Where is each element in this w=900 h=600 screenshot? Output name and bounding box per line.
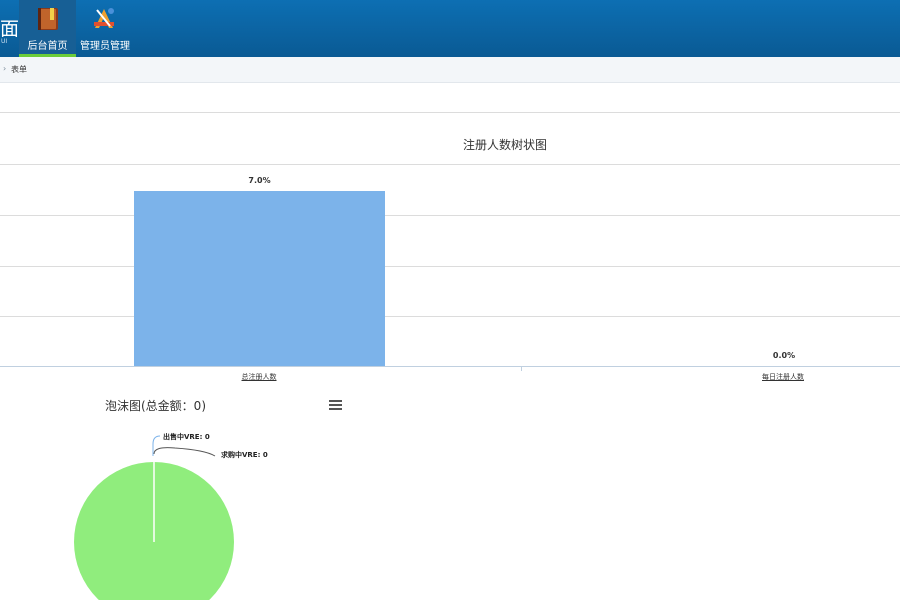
gridline	[0, 112, 900, 113]
category-label-total-registrations: 总注册人数	[241, 373, 277, 381]
data-label-daily-registrations: 0.0%	[772, 351, 796, 360]
data-label-total-registrations: 7.0%	[248, 176, 271, 185]
bar-chart-title: 注册人数树状图	[462, 138, 547, 152]
nav-item-label: 后台首页	[27, 41, 68, 52]
category-label-daily-registrations: 每日注册人数	[762, 373, 804, 381]
pie-chart-title: 泡沫图(总金额：0)	[105, 399, 206, 413]
breadcrumb: › 表单	[0, 57, 900, 83]
breadcrumb-current[interactable]: 表单	[11, 64, 27, 75]
brand-title: 面	[0, 18, 20, 40]
nav-item-admin-management[interactable]: 管理员管理	[78, 0, 132, 57]
admin-tools-icon	[94, 8, 114, 28]
connector-line	[153, 447, 216, 457]
chart-menu-icon[interactable]	[329, 400, 342, 411]
x-axis-tick	[521, 366, 522, 371]
gridline	[0, 164, 900, 165]
pie-label-buying: 求购中VRE: 0	[221, 451, 268, 459]
book-icon	[38, 8, 58, 30]
pie-label-selling: 出售中VRE: 0	[163, 433, 210, 441]
chevron-right-icon: ›	[3, 64, 7, 73]
x-axis-line	[0, 366, 900, 367]
pie-chart-canvas	[74, 435, 234, 600]
top-navigation-bar: 面 UI 后台首页 管理员管理	[0, 0, 900, 57]
brand-subtitle: UI	[1, 38, 8, 45]
nav-item-home[interactable]: 后台首页	[19, 0, 76, 57]
nav-item-label: 管理员管理	[80, 41, 130, 52]
bar-total-registrations[interactable]	[134, 191, 385, 366]
